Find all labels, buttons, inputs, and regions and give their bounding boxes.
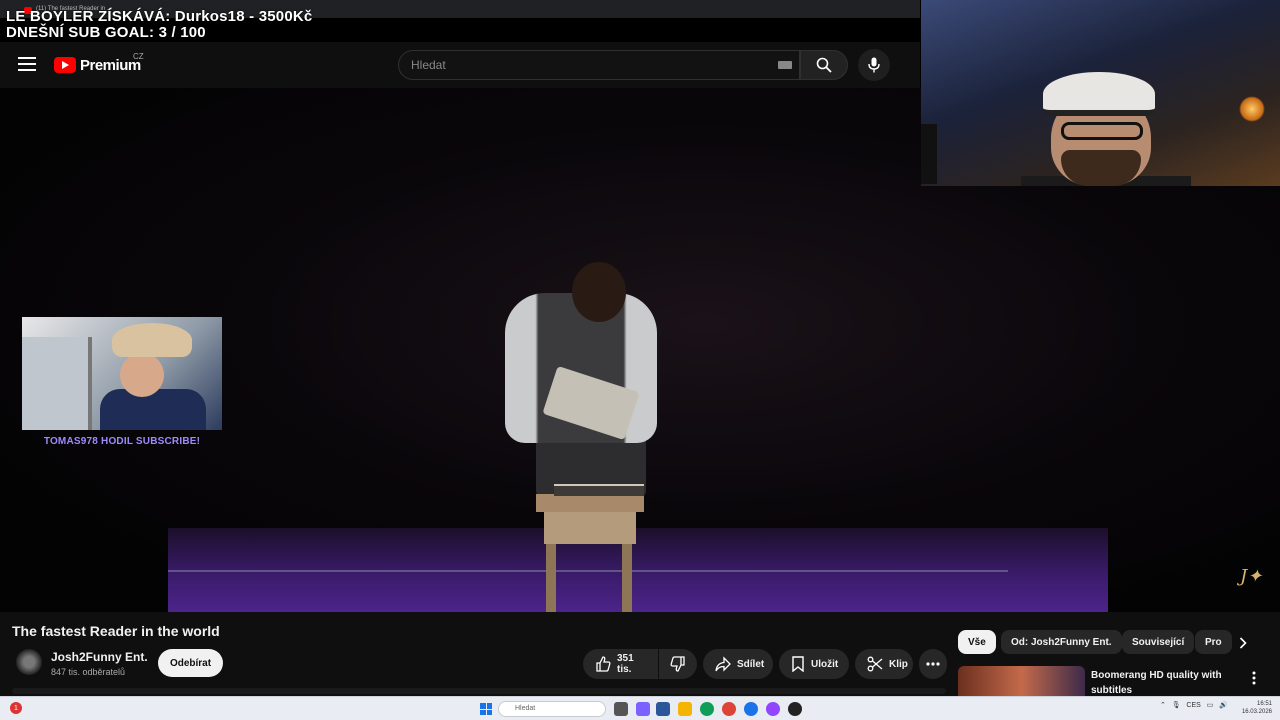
video-title: The fastest Reader in the world [12,623,220,639]
share-icon [715,656,731,672]
voice-search-button[interactable] [858,49,890,81]
stream-overlay: LE BOYLER ZÍSKÁVÁ: Durkos18 - 3500Kč DNE… [6,9,312,41]
overlay-sub-goal: DNEŠNÍ SUB GOAL: 3 / 100 [6,24,206,41]
chrome-icon[interactable] [722,702,736,716]
alert-face [120,353,164,397]
stool-top [536,494,644,512]
windows-taskbar: 1 Hledat ⌃ 🎙 CES ▭ 🔊 16:51 16.03.2026 [0,696,1280,720]
alert-hat [112,323,192,357]
share-label: Sdílet [737,658,765,670]
clip-label: Klip [889,658,908,670]
edge-icon[interactable] [700,702,714,716]
stage-line [168,570,1008,572]
bookmark-icon [791,656,805,672]
recommended-video-menu[interactable] [1248,670,1260,686]
chip-for-you[interactable]: Pro [1195,630,1232,654]
stool [544,512,636,544]
system-tray[interactable]: ⌃ 🎙 CES ▭ 🔊 [1160,701,1228,709]
dislike-button[interactable] [659,649,697,679]
save-button[interactable]: Uložit [779,649,849,679]
save-label: Uložit [811,658,839,670]
task-view-icon[interactable] [614,702,628,716]
screen: (11) The fastest Reader in ... Premium C… [0,0,1280,720]
language-indicator[interactable]: CES [1186,702,1200,709]
chip-related[interactable]: Související [1122,630,1195,654]
youtube-header: Premium CZ Hledat [0,42,920,88]
youtube-play-icon [54,57,76,73]
thumbs-up-icon [595,656,611,672]
obs-icon[interactable] [788,702,802,716]
search-button[interactable] [800,50,848,80]
book-on-stool [554,484,644,496]
subscribe-alert-image [22,317,222,430]
logo-text: Premium [80,56,141,74]
webcam-cap [1043,72,1155,116]
copilot-icon[interactable] [636,702,650,716]
subscriber-count: 847 tis. odběratelů [51,667,126,677]
clock-date: 16.03.2026 [1241,709,1272,715]
channel-avatar[interactable] [16,649,42,675]
microphone-icon [868,57,880,73]
subscribe-button[interactable]: Odebírat [158,649,223,677]
clock-time: 16:51 [1256,701,1272,707]
recommended-video-thumbnail[interactable] [958,666,1085,696]
channel-name[interactable]: Josh2Funny Ent. [51,650,148,664]
more-horizontal-icon [926,662,940,666]
streamer-webcam [921,0,1280,186]
chip-all[interactable]: Vše [958,630,996,654]
youtube-logo[interactable]: Premium [54,56,141,74]
overlay-donation: LE BOYLER ZÍSKÁVÁ: Durkos18 - 3500Kč [6,8,313,25]
chip-from-channel[interactable]: Od: Josh2Funny Ent. [1001,630,1122,654]
store-icon[interactable] [656,702,670,716]
webcam-beard [1061,150,1141,186]
menu-icon[interactable] [18,57,36,71]
subscribe-alert-text: TOMAS978 HODIL SUBSCRIBE! [43,436,201,447]
like-count: 351 tis. [617,653,634,675]
webcam-glasses [1061,122,1143,140]
notification-badge[interactable]: 1 [10,702,22,714]
more-vertical-icon [1252,671,1256,685]
start-button[interactable] [480,703,492,715]
video-info: The fastest Reader in the world Josh2Fun… [0,612,1280,696]
chips-next-button[interactable] [1234,632,1252,654]
alert-suit [100,389,206,430]
file-explorer-icon[interactable] [678,702,692,716]
more-actions-button[interactable] [919,649,947,679]
stool-leg [622,544,632,612]
reader-head [572,262,626,322]
webcam-monitor [921,124,937,184]
browser-app-icon[interactable] [744,702,758,716]
recommended-video-title[interactable]: Boomerang HD quality with subtitles [1091,668,1231,698]
filter-chips: Vše Od: Josh2Funny Ent. Související Pro [958,630,1258,654]
taskbar-search-input[interactable]: Hledat [498,701,606,717]
taskbar-clock[interactable]: 16:51 16.03.2026 [1238,700,1272,716]
chevron-right-icon [1239,637,1247,649]
share-button[interactable]: Sdílet [703,649,773,679]
description-box-edge [12,688,946,694]
like-button[interactable]: 351 tis. [583,649,658,679]
channel-watermark-icon[interactable]: J✦ [1240,566,1262,587]
clip-button[interactable]: Klip [855,649,913,679]
search-icon [816,57,832,73]
stool-leg [546,544,556,612]
messenger-icon[interactable] [766,702,780,716]
alert-car [22,337,92,430]
scissors-icon [867,656,883,672]
search-input[interactable]: Hledat [398,50,800,80]
webcam-lamp [1239,96,1265,122]
region-code: CZ [133,52,144,61]
keyboard-icon[interactable] [778,61,792,69]
thumbs-down-icon [670,656,686,672]
